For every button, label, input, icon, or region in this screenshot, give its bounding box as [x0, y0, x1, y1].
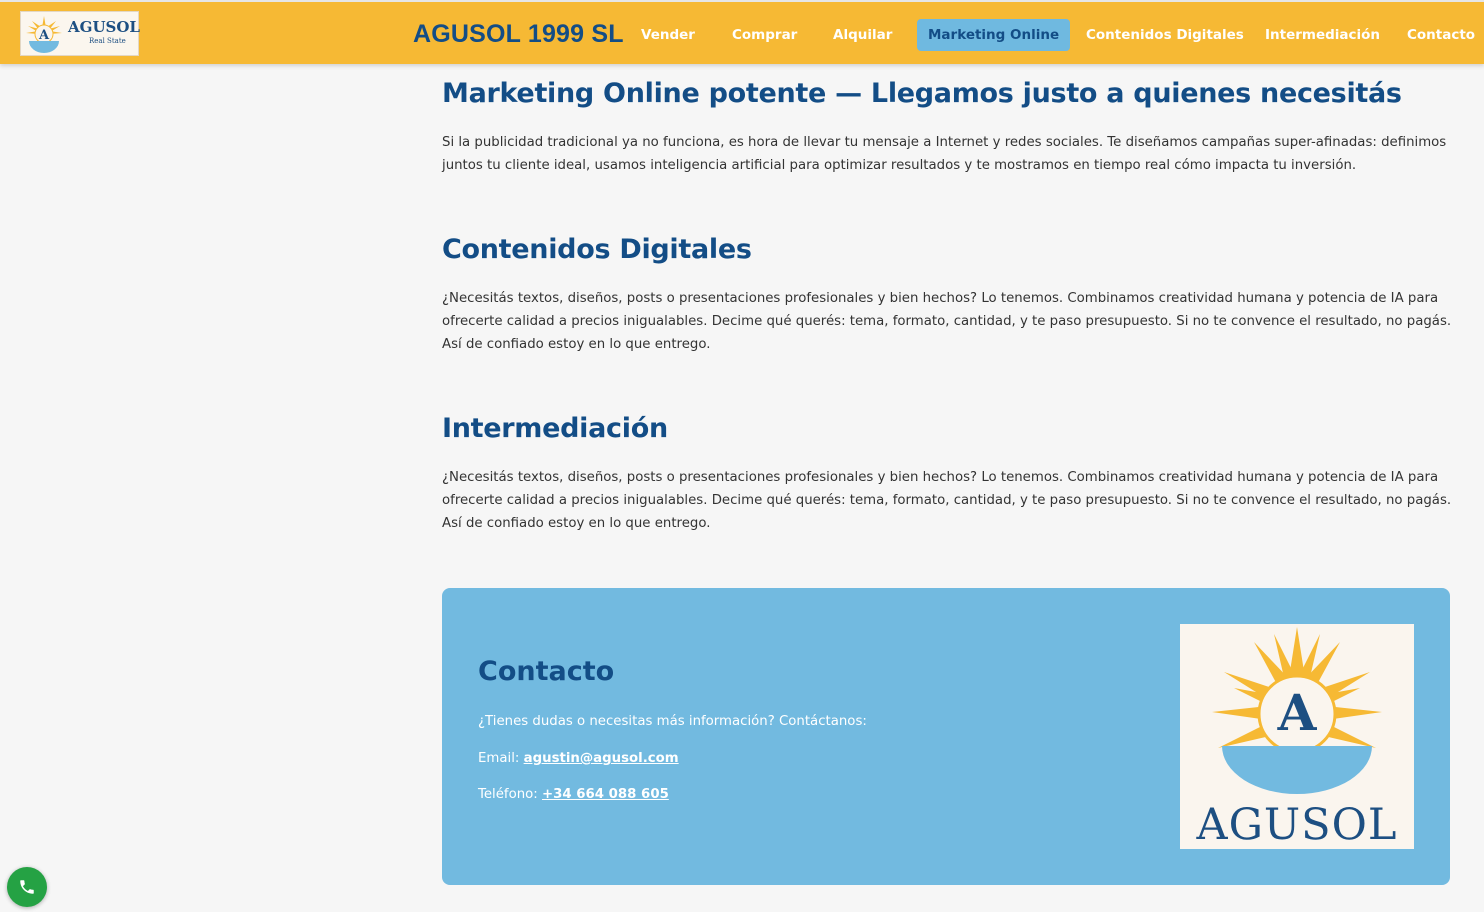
contact-email-row: Email: agustin@agusol.com	[478, 751, 679, 766]
section-title-marketing: Marketing Online potente — Llegamos just…	[442, 78, 1402, 109]
contact-phone-row: Teléfono: +34 664 088 605	[478, 787, 669, 802]
sun-logo-icon: A	[1212, 627, 1382, 794]
sun-logo-icon: A	[26, 16, 62, 53]
agusol-logo-name: AGUSOL	[1196, 800, 1398, 850]
section-text-intermediacion: ¿Necesitás textos, diseños, posts o pres…	[442, 470, 1452, 531]
phone-icon	[20, 880, 34, 894]
nav-contacto[interactable]: Contacto	[1407, 19, 1475, 51]
nav-contenidos-digitales[interactable]: Contenidos Digitales	[1086, 19, 1244, 51]
contact-card: Contacto ¿Tienes dudas o necesitas más i…	[442, 588, 1450, 885]
nav-comprar[interactable]: Comprar	[732, 19, 797, 51]
phone-link[interactable]: +34 664 088 605	[542, 787, 669, 802]
section-title-intermediacion: Intermediación	[442, 413, 668, 444]
nav-intermediacion[interactable]: Intermediación	[1265, 19, 1380, 51]
agusol-logo: A AGUSOL	[1180, 624, 1414, 850]
section-text-marketing: Si la publicidad tradicional ya no funci…	[442, 135, 1447, 173]
svg-text:A: A	[38, 28, 50, 43]
email-link[interactable]: agustin@agusol.com	[524, 751, 679, 766]
nav-vender[interactable]: Vender	[641, 19, 695, 51]
nav-alquilar[interactable]: Alquilar	[833, 19, 892, 51]
contact-intro: ¿Tienes dudas o necesitas más informació…	[478, 714, 867, 729]
section-text-contenidos: ¿Necesitás textos, diseños, posts o pres…	[442, 291, 1452, 352]
brand-title[interactable]: AGUSOL 1999 SL	[413, 20, 624, 49]
svg-text:A: A	[1277, 683, 1318, 742]
call-button[interactable]	[7, 867, 47, 907]
site-header: A AGUSOL Real State AGUSOL 1999 SL Vende…	[0, 0, 1484, 64]
nav-marketing-online[interactable]: Marketing Online	[917, 19, 1071, 51]
phone-label: Teléfono:	[478, 787, 538, 802]
section-title-contenidos: Contenidos Digitales	[442, 234, 752, 265]
header-logo-name: AGUSOL	[68, 18, 140, 36]
header-logo[interactable]: A AGUSOL Real State	[20, 11, 140, 56]
header-logo-subtitle: Real State	[89, 37, 126, 45]
contact-title: Contacto	[478, 656, 615, 687]
email-label: Email:	[478, 751, 520, 766]
